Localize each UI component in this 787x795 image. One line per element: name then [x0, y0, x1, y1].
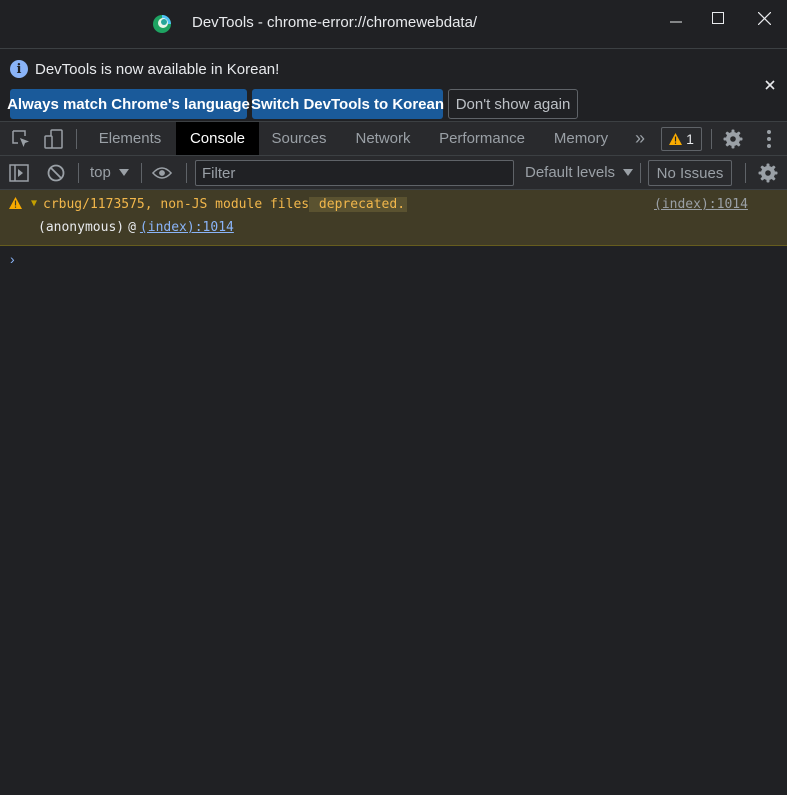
dropdown-arrow-icon	[623, 169, 634, 176]
tab-network[interactable]: Network	[343, 122, 423, 155]
divider	[186, 163, 187, 183]
clear-console-button[interactable]	[46, 163, 66, 183]
tab-sources[interactable]: Sources	[264, 122, 334, 155]
console-warning-message: ▼ crbug/1173575, non-JS module files dep…	[0, 190, 787, 246]
maximize-icon	[712, 12, 724, 24]
infobar-close-button[interactable]	[762, 77, 778, 93]
panel-tab-bar: Elements Console Sources Network Perform…	[0, 122, 787, 156]
log-levels-label: Default levels	[525, 164, 616, 181]
minimize-button[interactable]	[656, 4, 696, 32]
tab-performance[interactable]: Performance	[431, 122, 533, 155]
stack-source-link[interactable]: (index):1014	[140, 220, 234, 235]
issues-button[interactable]: No Issues	[648, 160, 732, 186]
clear-icon	[47, 164, 65, 182]
close-icon	[765, 80, 775, 90]
live-expression-button[interactable]	[152, 163, 172, 183]
warning-source-link[interactable]: (index):1014	[654, 197, 748, 212]
dont-show-again-button[interactable]: Don't show again	[448, 89, 578, 119]
always-match-language-button[interactable]: Always match Chrome's language	[7, 89, 250, 119]
divider	[141, 163, 142, 183]
context-label: top	[90, 164, 111, 181]
devtools-logo-icon	[153, 15, 171, 33]
filter-input[interactable]	[195, 160, 514, 186]
warning-icon	[9, 197, 22, 209]
warnings-badge[interactable]: 1	[661, 127, 702, 151]
close-icon	[757, 11, 771, 25]
toggle-sidebar-button[interactable]	[9, 163, 29, 183]
infobar-message: DevTools is now available in Korean!	[35, 61, 280, 78]
divider	[78, 163, 79, 183]
warning-text-prefix: crbug/1173575, non-JS module files	[43, 197, 310, 212]
gear-icon	[723, 129, 743, 149]
stack-at: @	[128, 220, 136, 235]
device-toolbar-button[interactable]	[44, 129, 64, 149]
dropdown-arrow-icon	[118, 169, 129, 176]
divider	[711, 129, 712, 149]
sidebar-icon	[9, 164, 29, 182]
warning-icon	[669, 133, 683, 145]
gear-icon	[758, 163, 778, 183]
console-prompt-icon[interactable]: ›	[10, 251, 15, 267]
divider	[640, 163, 641, 183]
warning-text-highlight: deprecated.	[309, 197, 408, 212]
console-settings-button[interactable]	[758, 163, 778, 183]
inspect-icon	[12, 130, 29, 147]
minimize-icon	[670, 21, 682, 23]
warning-count: 1	[686, 131, 694, 147]
customize-menu-button[interactable]	[759, 129, 779, 149]
tab-memory[interactable]: Memory	[544, 122, 618, 155]
title-bar: DevTools - chrome-error://chromewebdata/	[0, 0, 787, 48]
console-toolbar: top Default levels No Issues	[0, 156, 787, 190]
divider	[745, 163, 746, 183]
inspect-element-button[interactable]	[11, 129, 31, 149]
language-infobar: i DevTools is now available in Korean! A…	[0, 48, 787, 122]
warning-text: crbug/1173575, non-JS module files depre…	[43, 197, 408, 212]
more-tabs-button[interactable]: »	[628, 122, 652, 155]
more-vert-icon	[767, 130, 771, 148]
info-icon: i	[10, 60, 28, 78]
stack-trace: (anonymous) @ (index):1014	[38, 220, 234, 235]
window-title: DevTools - chrome-error://chromewebdata/	[192, 14, 478, 31]
tab-console[interactable]: Console	[176, 122, 259, 155]
tab-elements[interactable]: Elements	[89, 122, 171, 155]
expand-triangle-icon[interactable]: ▼	[31, 198, 37, 209]
stack-function: (anonymous)	[38, 220, 125, 235]
device-icon	[44, 129, 63, 149]
switch-to-korean-button[interactable]: Switch DevTools to Korean	[251, 89, 444, 119]
maximize-button[interactable]	[698, 4, 738, 32]
log-levels-dropdown[interactable]: Default levels	[525, 164, 634, 181]
eye-icon	[152, 167, 172, 179]
divider	[76, 129, 77, 149]
close-window-button[interactable]	[744, 4, 784, 32]
settings-button[interactable]	[723, 129, 743, 149]
context-selector[interactable]: top	[90, 164, 129, 181]
